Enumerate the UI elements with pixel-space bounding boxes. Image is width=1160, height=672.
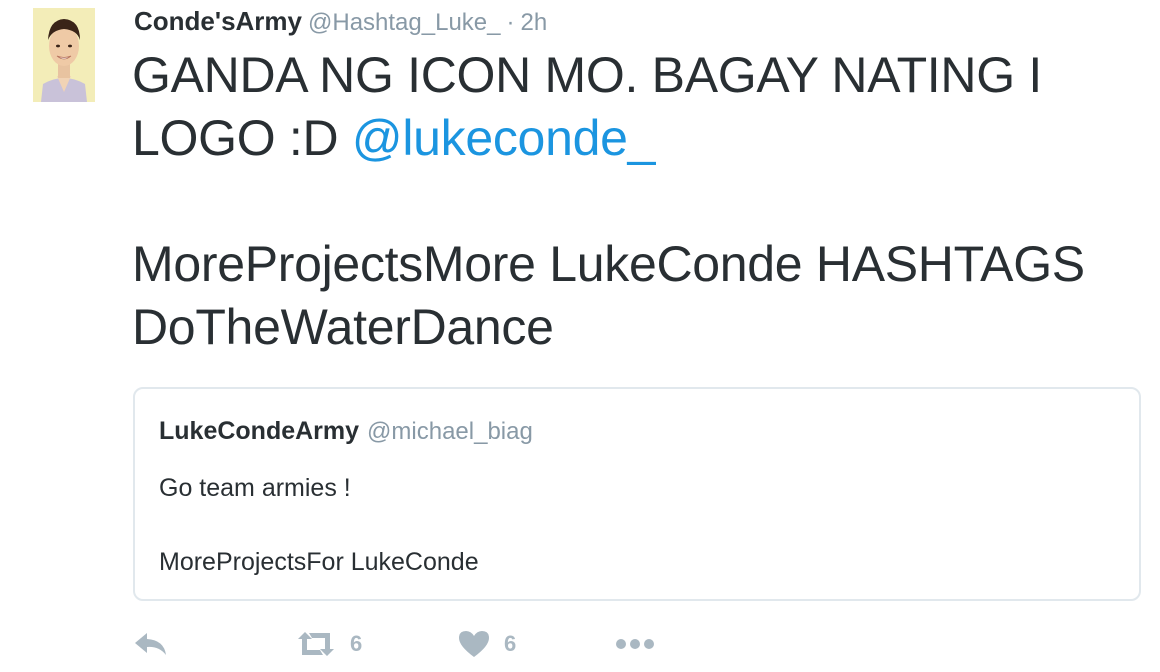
retweet-button[interactable]: 6 [296,624,362,664]
like-button[interactable]: 6 [458,624,516,664]
more-icon [616,639,654,649]
quoted-author-name: LukeCondeArmy [159,417,360,445]
header-separator: · [506,9,515,36]
author-avatar[interactable] [33,8,95,102]
tweet-text-paragraph-2: MoreProjectsMore LukeConde HASHTAGS DoTh… [132,236,1085,355]
heart-icon [459,631,489,657]
quoted-author-handle: @michael_biag [367,418,533,445]
reply-icon [135,633,166,655]
author-name[interactable]: Conde'sArmy [134,6,302,37]
tweet-timestamp[interactable]: 2h [521,9,548,37]
avatar-image [33,8,95,102]
quoted-text-line-2: MoreProjectsFor LukeConde [159,548,479,576]
tweet-header: Conde'sArmy @Hashtag_Luke_ · 2h [134,6,547,40]
more-button[interactable] [615,624,655,664]
tweet-text-paragraph-1: GANDA NG ICON MO. BAGAY NATING I LOGO :D… [132,44,1132,170]
mention-link[interactable]: @lukeconde_ [352,110,656,166]
quoted-tweet-text: Go team armies ! MoreProjectsFor LukeCon… [159,469,479,581]
tweet-text: GANDA NG ICON MO. BAGAY NATING I LOGO :D… [132,44,1132,359]
quoted-text-line-1: Go team armies ! [159,474,351,502]
quoted-tweet-header: LukeCondeArmy @michael_biag [159,417,533,446]
retweet-count: 6 [350,631,363,656]
retweet-icon [298,632,334,656]
like-count: 6 [504,631,517,656]
author-handle[interactable]: @Hashtag_Luke_ [308,9,501,37]
reply-button[interactable] [133,624,169,664]
tweet-actions: 6 6 [133,624,733,664]
tweet: Conde'sArmy @Hashtag_Luke_ · 2h GANDA NG… [0,0,1160,672]
quoted-tweet[interactable]: LukeCondeArmy @michael_biag Go team armi… [133,387,1141,601]
